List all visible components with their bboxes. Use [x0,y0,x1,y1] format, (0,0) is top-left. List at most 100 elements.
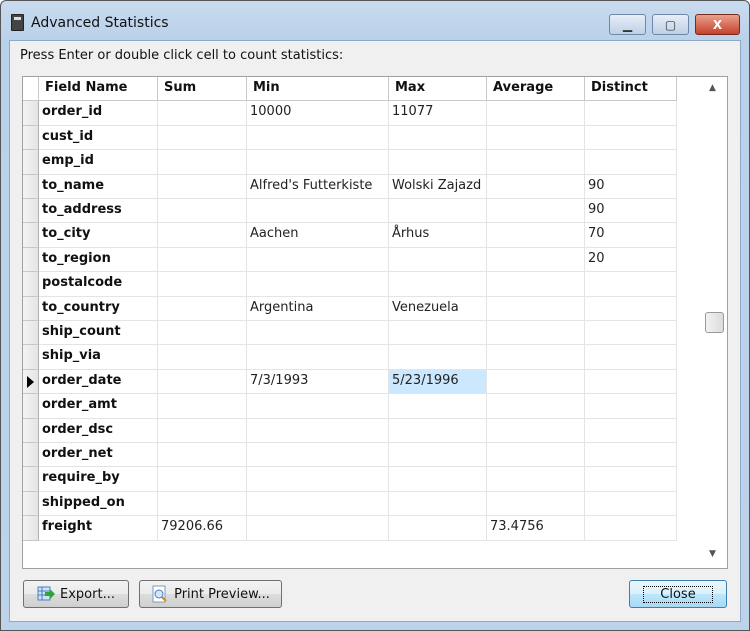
export-button[interactable]: Export... [23,580,129,608]
grid-cell[interactable] [487,150,585,175]
table-row[interactable]: order_date 7/3/1993 5/23/1996 [23,369,677,395]
row-indicator[interactable] [23,272,39,297]
grid-cell[interactable] [585,272,677,297]
grid-cell[interactable] [389,150,487,175]
grid-cell[interactable]: order_id [39,101,158,126]
grid-cell[interactable]: 90 [585,199,677,224]
grid-cell[interactable]: ship_via [39,345,158,370]
grid-cell[interactable]: 5/23/1996 [389,369,487,395]
grid-cell[interactable]: postalcode [39,272,158,297]
grid-cell[interactable] [487,418,585,443]
grid-cell[interactable]: 73.4756 [487,516,585,541]
table-row[interactable]: to_region 20 [23,247,677,273]
grid-cell[interactable]: to_address [39,199,158,224]
grid-cell[interactable] [389,418,487,443]
statistics-grid[interactable]: ▲ ▼ Field Name Sum Min Max Average Distinct or… [22,76,728,569]
grid-cell[interactable] [247,467,389,492]
grid-cell[interactable] [389,345,487,370]
grid-cell[interactable]: to_region [39,247,158,273]
grid-cell[interactable] [585,345,677,370]
grid-cell[interactable] [158,418,247,443]
grid-cell[interactable]: 90 [585,174,677,199]
row-indicator[interactable] [23,516,39,541]
grid-cell[interactable]: 7/3/1993 [247,369,389,395]
grid-cell[interactable] [247,418,389,443]
grid-cell[interactable]: order_net [39,443,158,468]
table-row[interactable]: cust_id [23,125,677,151]
row-indicator[interactable] [23,443,39,468]
maximize-button[interactable]: ▢ [652,14,689,35]
grid-cell[interactable]: order_dsc [39,418,158,443]
grid-cell[interactable] [158,272,247,297]
row-indicator[interactable] [23,101,39,126]
grid-cell[interactable] [389,443,487,468]
grid-cell[interactable]: Argentina [247,296,389,321]
close-window-button[interactable]: X [695,14,740,35]
grid-cell[interactable] [487,491,585,517]
grid-cell[interactable] [158,296,247,321]
grid-cell[interactable]: 79206.66 [158,516,247,541]
row-indicator[interactable] [23,296,39,321]
grid-cell[interactable] [487,443,585,468]
grid-cell[interactable] [487,247,585,273]
grid-cell[interactable] [487,223,585,248]
grid-cell[interactable] [247,199,389,224]
table-row[interactable]: order_amt [23,394,677,419]
table-row[interactable]: freight 79206.66 73.4756 [23,516,677,541]
grid-cell[interactable]: Wolski Zajazd [389,174,487,199]
grid-cell[interactable] [158,369,247,395]
column-header[interactable]: Field Name [39,77,158,102]
table-row[interactable]: to_city Aachen Århus 70 [23,223,677,248]
grid-cell[interactable] [389,125,487,151]
grid-cell[interactable] [487,394,585,419]
table-row[interactable]: emp_id [23,150,677,175]
column-header[interactable]: Min [247,77,389,102]
grid-cell[interactable]: 70 [585,223,677,248]
grid-cell[interactable] [585,125,677,151]
grid-cell[interactable]: 20 [585,247,677,273]
grid-cell[interactable] [247,516,389,541]
scroll-up-icon[interactable]: ▲ [709,83,716,93]
grid-cell[interactable] [158,125,247,151]
grid-cell[interactable] [158,491,247,517]
grid-cell[interactable] [487,174,585,199]
grid-cell[interactable] [158,150,247,175]
row-indicator[interactable] [23,418,39,443]
grid-cell[interactable] [158,321,247,346]
grid-cell[interactable] [247,394,389,419]
row-indicator[interactable] [23,150,39,175]
row-indicator[interactable] [23,223,39,248]
grid-cell[interactable] [585,101,677,126]
grid-cell[interactable] [158,223,247,248]
grid-cell[interactable] [247,443,389,468]
grid-cell[interactable] [585,418,677,443]
grid-cell[interactable] [158,394,247,419]
table-row[interactable]: order_net [23,443,677,468]
grid-cell[interactable] [487,272,585,297]
row-indicator[interactable] [23,491,39,517]
grid-cell[interactable] [389,467,487,492]
grid-cell[interactable] [585,491,677,517]
grid-cell[interactable]: Århus [389,223,487,248]
table-row[interactable]: require_by [23,467,677,492]
grid-cell[interactable] [158,345,247,370]
table-row[interactable]: to_name Alfred's Futterkiste Wolski Zajazd… [23,174,677,199]
grid-cell[interactable] [158,443,247,468]
grid-cell[interactable]: emp_id [39,150,158,175]
grid-cell[interactable] [389,199,487,224]
grid-cell[interactable] [247,125,389,151]
row-indicator[interactable] [23,125,39,151]
row-indicator[interactable] [23,77,39,102]
grid-cell[interactable]: order_date [39,369,158,395]
grid-cell[interactable] [247,345,389,370]
grid-cell[interactable] [487,125,585,151]
row-indicator[interactable] [23,369,39,395]
table-row[interactable]: to_address 90 [23,199,677,224]
row-indicator[interactable] [23,247,39,273]
table-row[interactable]: ship_count [23,321,677,346]
grid-cell[interactable] [389,247,487,273]
close-button[interactable]: Close [629,580,727,608]
table-row[interactable]: postalcode [23,272,677,297]
grid-cell[interactable]: order_amt [39,394,158,419]
grid-cell[interactable] [389,516,487,541]
